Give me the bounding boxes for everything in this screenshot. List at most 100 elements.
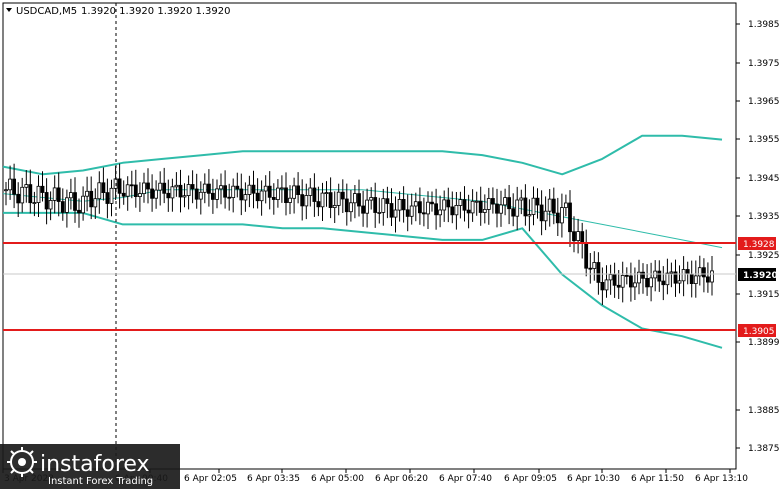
y-tick-label: 1.3945 (748, 174, 780, 184)
candle-body (85, 190, 89, 197)
candle-body (409, 205, 414, 217)
candle-body (206, 183, 211, 194)
candle-body (385, 198, 390, 204)
candle-body (624, 274, 629, 277)
candle-body (616, 284, 621, 288)
candle-body (426, 201, 430, 215)
candle-body (580, 231, 585, 245)
candle-body (421, 212, 426, 215)
symbol-label: USDCAD,M5 (16, 6, 77, 17)
candle-body (81, 195, 85, 214)
candle-body (336, 191, 341, 206)
candle-body (231, 185, 236, 198)
candle-body (365, 199, 370, 214)
candle-body (405, 209, 410, 217)
candle-body (150, 188, 155, 199)
brand-tagline: Instant Forex Trading (48, 476, 153, 487)
candle-body (641, 271, 645, 279)
candle-body (142, 182, 146, 195)
candle-body (312, 187, 317, 202)
candle-body (8, 178, 13, 191)
candle-body (633, 282, 637, 288)
candle-body (677, 280, 682, 284)
candle-body (32, 202, 37, 205)
candle-body (292, 185, 297, 199)
candle-body (474, 200, 479, 203)
candle-body (162, 182, 167, 194)
candle-body (129, 184, 134, 187)
candle-body (507, 197, 512, 210)
candle-body (210, 192, 215, 200)
candle-body (352, 193, 357, 204)
candle-body (661, 280, 666, 286)
y-tick-label: 1.3965 (748, 97, 780, 107)
candle-body (527, 214, 532, 217)
candle-body (36, 185, 41, 204)
candle-body (279, 187, 284, 190)
candle-body (60, 201, 65, 213)
y-tick-label: 1.3985 (748, 20, 780, 30)
candle-body (434, 203, 439, 216)
candle-body (105, 192, 110, 204)
candle-body (531, 197, 536, 215)
candle-body (137, 193, 142, 198)
y-tick-label: 1.3975 (748, 59, 780, 69)
candle-body (523, 197, 528, 217)
candle-body (255, 192, 260, 202)
candle-body (576, 231, 580, 242)
candle-body (458, 199, 463, 206)
ohlc-values: 1.3920 1.3920 1.3920 1.3920 (81, 6, 231, 17)
candle-body (413, 201, 418, 207)
y-tick-label: 1.3885 (748, 406, 780, 416)
candle-body (56, 187, 61, 202)
candle-body (316, 201, 321, 208)
candle-body (629, 275, 633, 288)
candle-body (340, 191, 345, 200)
candle-body (462, 199, 467, 211)
candle-body (97, 182, 102, 200)
candle-body (604, 279, 609, 291)
candle-body (73, 192, 77, 211)
candle-body (503, 197, 508, 206)
x-tick-label: 6 Apr 02:05 (184, 474, 237, 484)
chart-canvas[interactable]: USDCAD,M5 1.3920 1.3920 1.3920 1.3920 1.… (0, 0, 781, 489)
x-tick-label: 6 Apr 13:10 (695, 474, 748, 484)
candle-body (300, 194, 305, 207)
candle-body (568, 202, 572, 233)
candle-body (328, 192, 333, 209)
y-tick-label: 1.3925 (748, 251, 780, 261)
x-tick-label: 6 Apr 03:35 (247, 474, 300, 484)
candle-body (186, 184, 191, 197)
chart-background (0, 0, 781, 489)
candle-body (681, 269, 686, 282)
candle-body (547, 198, 552, 212)
candle-body (267, 185, 272, 198)
candle-body (373, 197, 378, 213)
y-tick-label: 1.3935 (748, 212, 780, 222)
candle-body (535, 197, 540, 206)
candle-body (564, 202, 568, 208)
candle-body (600, 281, 605, 291)
candle-body (689, 273, 694, 285)
x-tick-label: 6 Apr 06:20 (375, 474, 428, 484)
candle-body (44, 192, 49, 210)
candle-body (592, 262, 597, 269)
candle-body (154, 189, 159, 199)
candle-body (109, 187, 114, 204)
candle-body (288, 197, 292, 203)
candle-body (511, 208, 516, 217)
candle-body (495, 203, 499, 214)
y-tick-label: 1.3955 (748, 135, 780, 145)
candle-body (543, 210, 548, 222)
candle-body (20, 186, 25, 204)
candle-body (702, 267, 706, 278)
candle-body (657, 270, 662, 282)
candle-body (182, 195, 187, 198)
candle-body (239, 188, 244, 201)
x-tick-label: 6 Apr 10:30 (567, 474, 620, 484)
brand-logo: instaforex Instant Forex Trading (0, 444, 180, 489)
candle-body (389, 203, 394, 218)
candle-body (478, 200, 483, 213)
candle-body (117, 178, 122, 194)
candle-body (361, 205, 366, 214)
